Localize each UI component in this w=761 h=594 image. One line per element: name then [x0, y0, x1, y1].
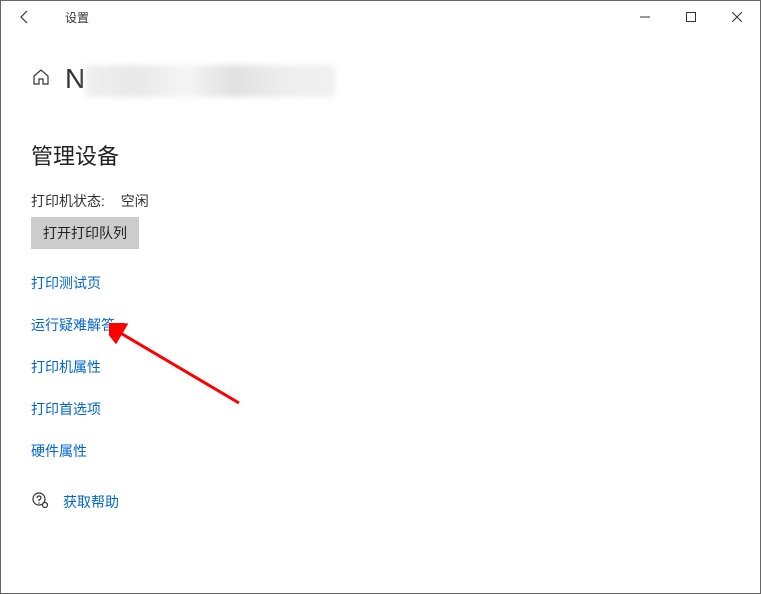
status-value: 空闲 [121, 193, 149, 209]
device-name-redacted [85, 65, 335, 97]
help-row: 获取帮助 [31, 491, 730, 514]
help-icon [31, 491, 49, 514]
print-test-page-link[interactable]: 打印测试页 [31, 273, 730, 293]
close-button[interactable] [714, 1, 760, 33]
window-title: 设置 [65, 9, 89, 26]
maximize-button[interactable] [668, 1, 714, 33]
close-icon [732, 12, 742, 22]
printer-properties-link[interactable]: 打印机属性 [31, 357, 730, 377]
settings-window: 设置 N 管理设备 打印机状态: 空闲 打开打印队 [0, 0, 761, 594]
minimize-button[interactable] [622, 1, 668, 33]
status-label: 打印机状态: [31, 193, 105, 209]
link-list: 打印测试页 运行疑难解答 打印机属性 打印首选项 硬件属性 [31, 273, 730, 461]
back-button[interactable] [9, 1, 41, 33]
home-icon[interactable] [31, 67, 51, 93]
get-help-link[interactable]: 获取帮助 [63, 492, 119, 512]
content-area: N 管理设备 打印机状态: 空闲 打开打印队列 打印测试页 运行疑难解答 打印机… [1, 33, 760, 534]
hardware-properties-link[interactable]: 硬件属性 [31, 441, 730, 461]
maximize-icon [686, 12, 696, 22]
titlebar: 设置 [1, 1, 760, 33]
arrow-left-icon [17, 9, 33, 25]
run-troubleshooter-link[interactable]: 运行疑难解答 [31, 315, 730, 335]
device-name-prefix: N [65, 63, 85, 94]
page-header: N [31, 63, 730, 97]
open-print-queue-button[interactable]: 打开打印队列 [31, 217, 139, 249]
window-controls [622, 1, 760, 33]
printing-preferences-link[interactable]: 打印首选项 [31, 399, 730, 419]
minimize-icon [640, 12, 650, 22]
printer-status-row: 打印机状态: 空闲 [31, 191, 730, 211]
device-name: N [65, 63, 335, 97]
section-heading: 管理设备 [31, 139, 730, 171]
